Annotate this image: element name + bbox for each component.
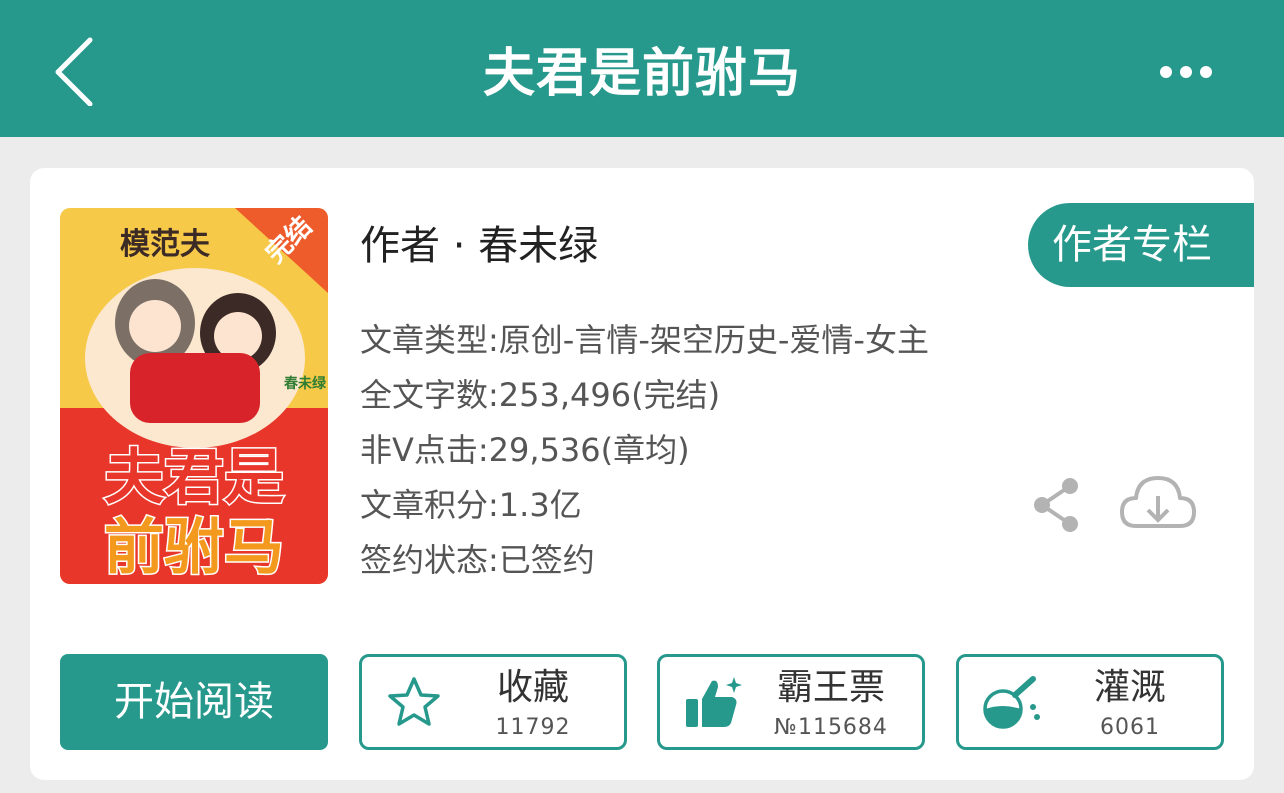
info-word-count: 全文字数:253,496(完结) <box>360 376 721 414</box>
info-type: 文章类型:原创-言情-架空历史-爱情-女主 <box>360 321 929 359</box>
page-title: 夫君是前驸马 <box>482 44 801 104</box>
info-clicks: 非V点击:29,536(章均) <box>360 431 690 469</box>
book-cover[interactable]: 完结 模范夫 春未绿 夫君是 前驸马 <box>60 208 328 584</box>
author-column-button[interactable]: 作者专栏 <box>1028 203 1254 287</box>
cover-title-line-1: 夫君是 <box>104 443 284 513</box>
cover-title-line-2: 前驸马 <box>104 513 284 583</box>
cover-author-stamp: 春未绿 <box>283 375 327 392</box>
vote-ticket-count: №115684 <box>774 715 888 740</box>
cover-series: 模范夫 <box>120 227 211 262</box>
thumbs-up-icon <box>686 677 742 727</box>
favorite-label: 收藏 <box>496 667 569 708</box>
info-score: 文章积分:1.3亿 <box>360 486 582 524</box>
book-card: 完结 模范夫 春未绿 夫君是 前驸马 作者 · 春未绿 作者专栏 文章类型:原创… <box>30 168 1254 780</box>
more-dots-icon[interactable] <box>1152 54 1222 90</box>
top-bar: 夫君是前驸马 <box>0 0 1284 137</box>
water-label: 灌溉 <box>1093 667 1166 708</box>
vote-ticket-button[interactable]: 霸王票 №115684 <box>657 654 925 750</box>
watering-flask-icon <box>983 676 1040 729</box>
download-cloud-icon[interactable] <box>1118 468 1198 542</box>
book-info: 文章类型:原创-言情-架空历史-爱情-女主 全文字数:253,496(完结) 非… <box>360 314 929 589</box>
start-reading-button[interactable]: 开始阅读 <box>60 654 328 750</box>
favorite-button[interactable]: 收藏 11792 <box>359 654 627 750</box>
vote-ticket-label: 霸王票 <box>776 667 885 708</box>
info-sign-status: 签约状态:已签约 <box>360 541 595 579</box>
share-icon[interactable] <box>1030 474 1082 536</box>
water-button[interactable]: 灌溉 6061 <box>956 654 1224 750</box>
favorite-count: 11792 <box>495 715 571 740</box>
water-count: 6061 <box>1100 715 1160 740</box>
author-name[interactable]: 作者 · 春未绿 <box>360 216 598 276</box>
star-icon <box>388 677 440 726</box>
